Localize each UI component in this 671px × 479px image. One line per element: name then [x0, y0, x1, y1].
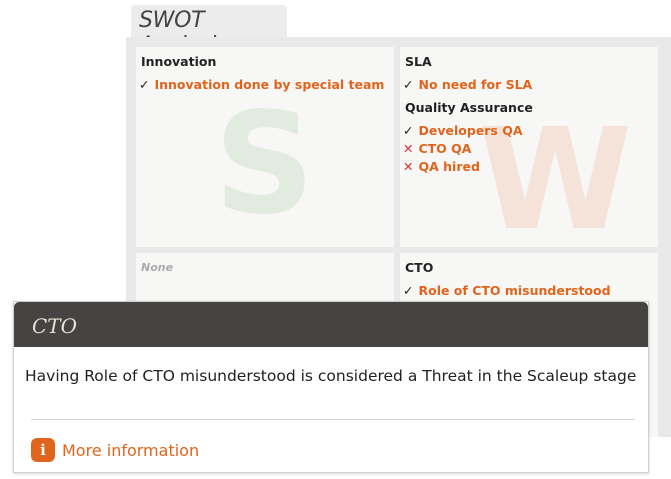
check-icon: ✓	[403, 283, 414, 298]
weaknesses-item-label: Developers QA	[418, 123, 523, 138]
weaknesses-item[interactable]: ✕ QA hired	[403, 159, 480, 174]
popup-body-text: Having Role of CTO misunderstood is cons…	[25, 367, 637, 385]
check-icon: ✓	[403, 123, 414, 138]
weaknesses-item[interactable]: ✕ CTO QA	[403, 141, 471, 156]
strengths-letter: S	[214, 83, 315, 246]
more-information-label: More information	[62, 440, 200, 460]
popup-header: CTO	[14, 302, 648, 347]
strengths-category: Innovation	[141, 54, 217, 69]
info-icon: i	[31, 438, 55, 462]
threats-item[interactable]: ✓ Role of CTO misunderstood	[403, 283, 611, 298]
popup-title: CTO	[32, 314, 78, 338]
weaknesses-item[interactable]: ✓ Developers QA	[403, 123, 523, 138]
strengths-quadrant: S Innovation ✓ Innovation done by special…	[136, 47, 394, 247]
threats-category: CTO	[405, 260, 434, 275]
opportunities-category: None	[141, 261, 174, 274]
weaknesses-item-label: QA hired	[418, 159, 480, 174]
more-information-link[interactable]: i More information	[31, 438, 199, 462]
strengths-item-label: Innovation done by special team	[154, 77, 385, 92]
weaknesses-category-qa: Quality Assurance	[405, 100, 533, 115]
popup-divider	[31, 419, 635, 420]
weaknesses-item[interactable]: ✓ No need for SLA	[403, 77, 532, 92]
check-icon: ✓	[403, 77, 414, 92]
weaknesses-item-label: CTO QA	[418, 141, 472, 156]
detail-popup: CTO Having Role of CTO misunderstood is …	[13, 301, 649, 473]
check-icon: ✓	[139, 77, 150, 92]
weaknesses-item-label: No need for SLA	[418, 77, 533, 92]
swot-tab: SWOT Analysis	[131, 5, 287, 58]
weaknesses-category-sla: SLA	[405, 54, 432, 69]
cross-icon: ✕	[403, 141, 414, 156]
threats-item-label: Role of CTO misunderstood	[418, 283, 611, 298]
strengths-item[interactable]: ✓ Innovation done by special team	[139, 77, 384, 92]
cross-icon: ✕	[403, 159, 414, 174]
weaknesses-quadrant: W SLA ✓ No need for SLA Quality Assurance…	[400, 47, 658, 247]
